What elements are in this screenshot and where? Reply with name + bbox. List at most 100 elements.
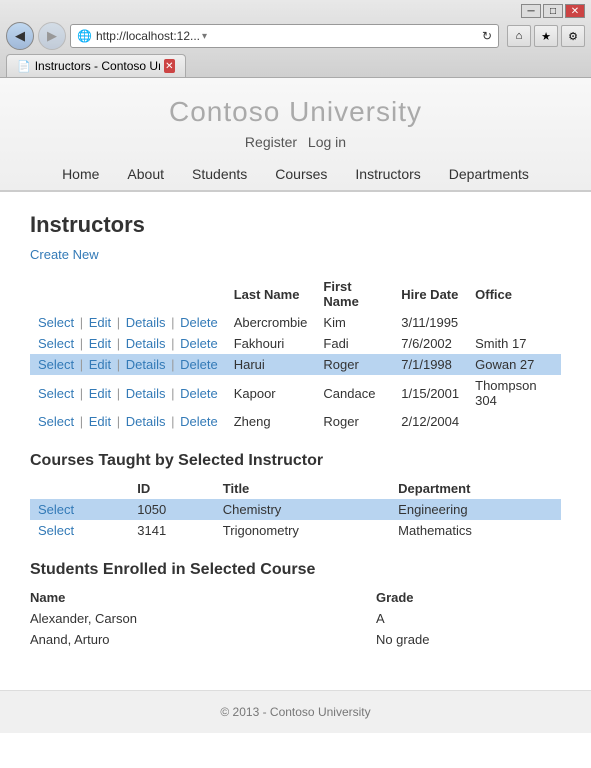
action-details-4[interactable]: Details	[126, 414, 166, 429]
course-department-1: Mathematics	[390, 520, 561, 541]
courses-col-select	[30, 478, 129, 499]
instructors-table-container: Last Name First Name Hire Date Office Se…	[30, 276, 561, 432]
courses-row-1: Select 3141TrigonometryMathematics	[30, 520, 561, 541]
browser-tab[interactable]: 📄 Instructors - Contoso Unive... ✕	[6, 54, 186, 77]
students-col-grade: Grade	[376, 587, 561, 608]
nav-students[interactable]: Students	[192, 166, 247, 182]
action-select-3[interactable]: Select	[38, 386, 74, 401]
student-grade-1: No grade	[376, 629, 561, 650]
tab-close-button[interactable]: ✕	[164, 59, 175, 73]
action-edit-1[interactable]: Edit	[89, 336, 111, 351]
tab-bar: 📄 Instructors - Contoso Unive... ✕	[6, 54, 585, 77]
row-first-name-0: Kim	[315, 312, 393, 333]
tab-title: Instructors - Contoso Unive...	[35, 59, 160, 73]
row-actions-4: Select | Edit | Details | Delete	[30, 411, 226, 432]
course-title-0: Chemistry	[215, 499, 390, 520]
action-delete-1[interactable]: Delete	[180, 336, 218, 351]
row-hire-date-2: 7/1/1998	[393, 354, 467, 375]
home-button[interactable]: ⌂	[507, 25, 531, 47]
nav-about[interactable]: About	[127, 166, 164, 182]
row-actions-3: Select | Edit | Details | Delete	[30, 375, 226, 411]
pipe: |	[113, 414, 124, 429]
pipe: |	[113, 336, 124, 351]
student-grade-0: A	[376, 608, 561, 629]
course-title-1: Trigonometry	[215, 520, 390, 541]
action-select-4[interactable]: Select	[38, 414, 74, 429]
courses-col-id: ID	[129, 478, 215, 499]
col-office: Office	[467, 276, 561, 312]
students-section-heading: Students Enrolled in Selected Course	[30, 561, 561, 579]
course-id-0: 1050	[129, 499, 215, 520]
nav-home[interactable]: Home	[62, 166, 99, 182]
settings-button[interactable]: ⚙	[561, 25, 585, 47]
back-button[interactable]: ◀	[6, 22, 34, 50]
pipe: |	[168, 357, 179, 372]
action-delete-0[interactable]: Delete	[180, 315, 218, 330]
action-select-2[interactable]: Select	[38, 357, 74, 372]
action-details-2[interactable]: Details	[126, 357, 166, 372]
action-edit-0[interactable]: Edit	[89, 315, 111, 330]
courses-select-1[interactable]: Select	[38, 523, 74, 538]
row-last-name-1: Fakhouri	[226, 333, 316, 354]
minimize-button[interactable]: ─	[521, 4, 541, 18]
page-wrapper: Contoso University Register Log in Home …	[0, 78, 591, 768]
action-details-3[interactable]: Details	[126, 386, 166, 401]
instructors-header-row: Last Name First Name Hire Date Office	[30, 276, 561, 312]
window-buttons[interactable]: ─ □ ✕	[521, 4, 585, 18]
courses-table-container: ID Title Department Select1050ChemistryE…	[30, 478, 561, 541]
course-id-1: 3141	[129, 520, 215, 541]
refresh-icon[interactable]: ↻	[482, 29, 492, 43]
instructors-row-4: Select | Edit | Details | DeleteZhengRog…	[30, 411, 561, 432]
tab-icon: 📄	[17, 60, 31, 73]
browser-chrome: ─ □ ✕ ◀ ▶ 🌐 http://localhost:12... ▾ ↻ ⌂…	[0, 0, 591, 78]
action-delete-2[interactable]: Delete	[180, 357, 218, 372]
create-new-link[interactable]: Create New	[30, 247, 99, 262]
forward-button[interactable]: ▶	[38, 22, 66, 50]
pipe: |	[168, 414, 179, 429]
action-select-1[interactable]: Select	[38, 336, 74, 351]
row-hire-date-1: 7/6/2002	[393, 333, 467, 354]
nav-menu: Home About Students Courses Instructors …	[0, 158, 591, 190]
courses-header-row: ID Title Department	[30, 478, 561, 499]
site-title: Contoso University	[0, 96, 591, 128]
maximize-button[interactable]: □	[543, 4, 563, 18]
col-hire-date: Hire Date	[393, 276, 467, 312]
nav-courses[interactable]: Courses	[275, 166, 327, 182]
nav-instructors[interactable]: Instructors	[355, 166, 420, 182]
instructors-row-1: Select | Edit | Details | DeleteFakhouri…	[30, 333, 561, 354]
action-select-0[interactable]: Select	[38, 315, 74, 330]
action-edit-2[interactable]: Edit	[89, 357, 111, 372]
row-office-1: Smith 17	[467, 333, 561, 354]
main-content: Instructors Create New Last Name First N…	[0, 192, 591, 670]
nav-departments[interactable]: Departments	[449, 166, 529, 182]
login-link[interactable]: Log in	[308, 134, 346, 150]
row-first-name-2: Roger	[315, 354, 393, 375]
action-delete-4[interactable]: Delete	[180, 414, 218, 429]
action-details-0[interactable]: Details	[126, 315, 166, 330]
auth-links: Register Log in	[0, 134, 591, 150]
courses-select-0[interactable]: Select	[38, 502, 74, 517]
address-bar-row: ◀ ▶ 🌐 http://localhost:12... ▾ ↻ ⌂ ★ ⚙	[6, 22, 585, 50]
address-icon: 🌐	[77, 29, 92, 43]
row-office-4	[467, 411, 561, 432]
action-delete-3[interactable]: Delete	[180, 386, 218, 401]
action-edit-3[interactable]: Edit	[89, 386, 111, 401]
action-edit-4[interactable]: Edit	[89, 414, 111, 429]
row-hire-date-4: 2/12/2004	[393, 411, 467, 432]
students-row-1: Anand, ArturoNo grade	[30, 629, 561, 650]
pipe: |	[76, 315, 87, 330]
favorites-button[interactable]: ★	[534, 25, 558, 47]
row-last-name-0: Abercrombie	[226, 312, 316, 333]
address-bar[interactable]: 🌐 http://localhost:12... ▾ ↻	[70, 24, 499, 48]
pipe: |	[168, 386, 179, 401]
address-text: http://localhost:12...	[96, 29, 200, 43]
action-details-1[interactable]: Details	[126, 336, 166, 351]
instructors-row-0: Select | Edit | Details | DeleteAbercrom…	[30, 312, 561, 333]
row-hire-date-3: 1/15/2001	[393, 375, 467, 411]
students-table: Name Grade Alexander, CarsonAAnand, Artu…	[30, 587, 561, 650]
courses-row-0: Select1050ChemistryEngineering	[30, 499, 561, 520]
toolbar-icons: ⌂ ★ ⚙	[507, 25, 585, 47]
register-link[interactable]: Register	[245, 134, 297, 150]
pipe: |	[113, 357, 124, 372]
close-button[interactable]: ✕	[565, 4, 585, 18]
